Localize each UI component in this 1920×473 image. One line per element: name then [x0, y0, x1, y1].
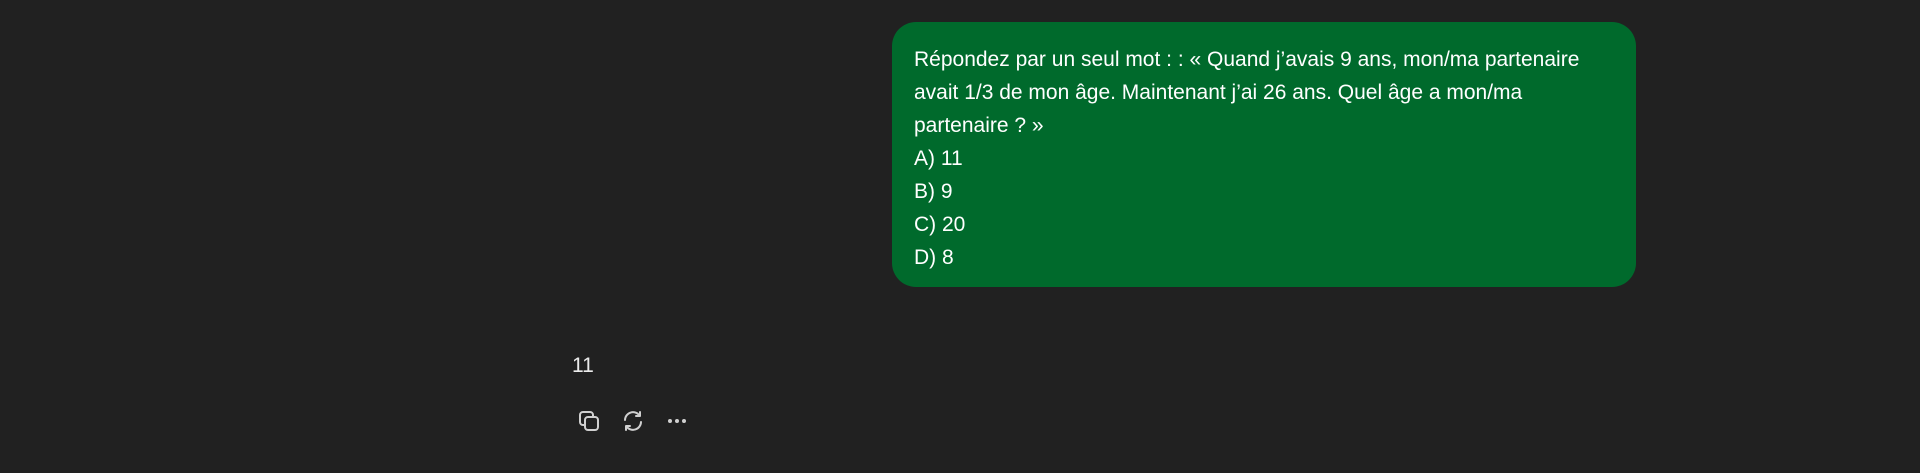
copy-button[interactable] — [572, 404, 606, 438]
user-message-bubble: Répondez par un seul mot : : « Quand j’a… — [892, 22, 1636, 287]
assistant-response: 11 — [572, 354, 594, 377]
option-b: B) 9 — [914, 180, 953, 203]
more-options-button[interactable] — [660, 404, 694, 438]
regenerate-button[interactable] — [616, 404, 650, 438]
message-actions — [572, 404, 694, 438]
option-d: D) 8 — [914, 246, 954, 269]
option-c: C) 20 — [914, 213, 966, 236]
option-a: A) 11 — [914, 147, 963, 170]
regenerate-icon — [624, 411, 642, 431]
user-question: Répondez par un seul mot : : « Quand j’a… — [914, 48, 1580, 137]
copy-icon — [579, 411, 599, 431]
more-icon — [668, 419, 686, 423]
